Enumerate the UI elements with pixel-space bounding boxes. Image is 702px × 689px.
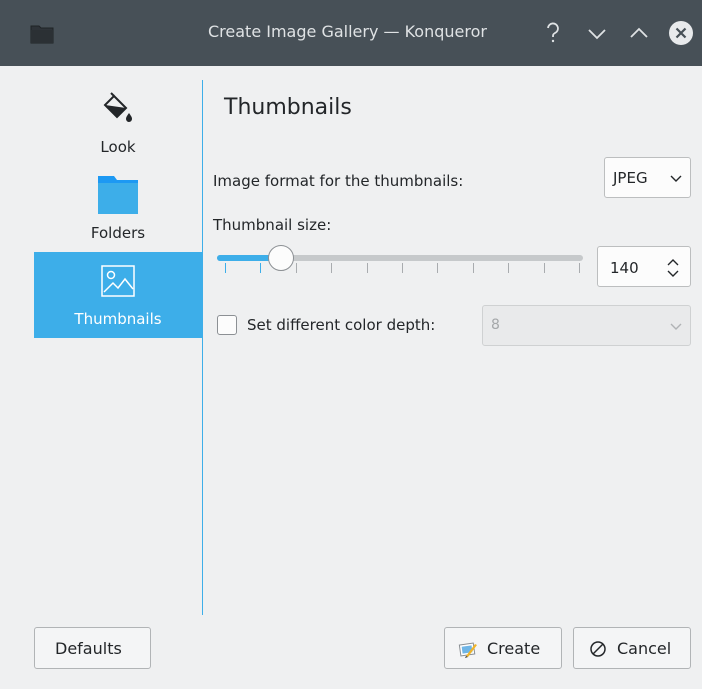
defaults-button[interactable]: Defaults — [34, 627, 151, 669]
slider-tick — [579, 263, 580, 273]
cancel-button[interactable]: Cancel — [573, 627, 691, 669]
title-bar: Create Image Gallery — Konqueror — [0, 0, 702, 66]
slider-tick — [472, 263, 474, 273]
folder-icon — [30, 25, 54, 44]
help-icon[interactable] — [540, 20, 566, 46]
cancel-label: Cancel — [617, 639, 672, 658]
format-select[interactable]: JPEG — [604, 157, 691, 198]
folder-icon — [98, 176, 138, 214]
spin-arrows-icon[interactable] — [666, 257, 680, 279]
page-title: Thumbnails — [224, 95, 352, 120]
size-spinbox[interactable]: 140 — [597, 246, 691, 287]
size-value: 140 — [610, 259, 639, 277]
slider-tick — [543, 263, 545, 273]
format-value: JPEG — [613, 169, 648, 187]
sidebar-divider — [202, 80, 203, 615]
chevron-down-icon — [670, 175, 682, 182]
sidebar-item-thumbnails[interactable]: Thumbnails — [34, 252, 202, 338]
size-label: Thumbnail size: — [213, 216, 332, 234]
image-icon — [101, 265, 135, 297]
page-list: Look Folders Thumbnails — [34, 80, 202, 615]
sidebar-item-label: Folders — [90, 224, 146, 242]
color-depth-select[interactable]: 8 — [482, 305, 691, 346]
window-title: Create Image Gallery — Konqueror — [208, 22, 487, 41]
slider-tick — [260, 263, 262, 273]
color-depth-label: Set different color depth: — [247, 316, 436, 334]
create-gallery-icon — [458, 642, 477, 658]
sidebar-item-label: Thumbnails — [74, 310, 162, 328]
slider-handle[interactable] — [268, 245, 294, 271]
slider-tick — [402, 263, 403, 273]
slider-tick — [331, 263, 333, 273]
color-depth-checkbox[interactable] — [217, 315, 237, 335]
create-button[interactable]: Create — [444, 627, 562, 669]
minimize-icon[interactable] — [584, 20, 610, 46]
format-label: Image format for the thumbnails: — [213, 172, 464, 190]
sidebar-item-label: Look — [100, 138, 136, 156]
slider-tick — [366, 263, 368, 273]
slider-tick — [508, 263, 510, 273]
close-icon[interactable] — [668, 20, 694, 46]
paint-bucket-icon — [103, 92, 132, 122]
cancel-icon — [590, 641, 606, 657]
create-label: Create — [487, 639, 541, 658]
maximize-icon[interactable] — [626, 20, 652, 46]
slider-tick — [437, 263, 439, 273]
sidebar-item-folders[interactable]: Folders — [34, 166, 202, 252]
sidebar-item-look[interactable]: Look — [34, 80, 202, 166]
slider-tick — [225, 263, 226, 273]
dialog-body: Look Folders Thumbnails Thumbnails Image… — [0, 66, 702, 689]
defaults-label: Defaults — [55, 639, 122, 658]
color-depth-value: 8 — [491, 317, 500, 333]
chevron-down-icon — [670, 323, 682, 330]
slider-tick — [295, 263, 297, 273]
